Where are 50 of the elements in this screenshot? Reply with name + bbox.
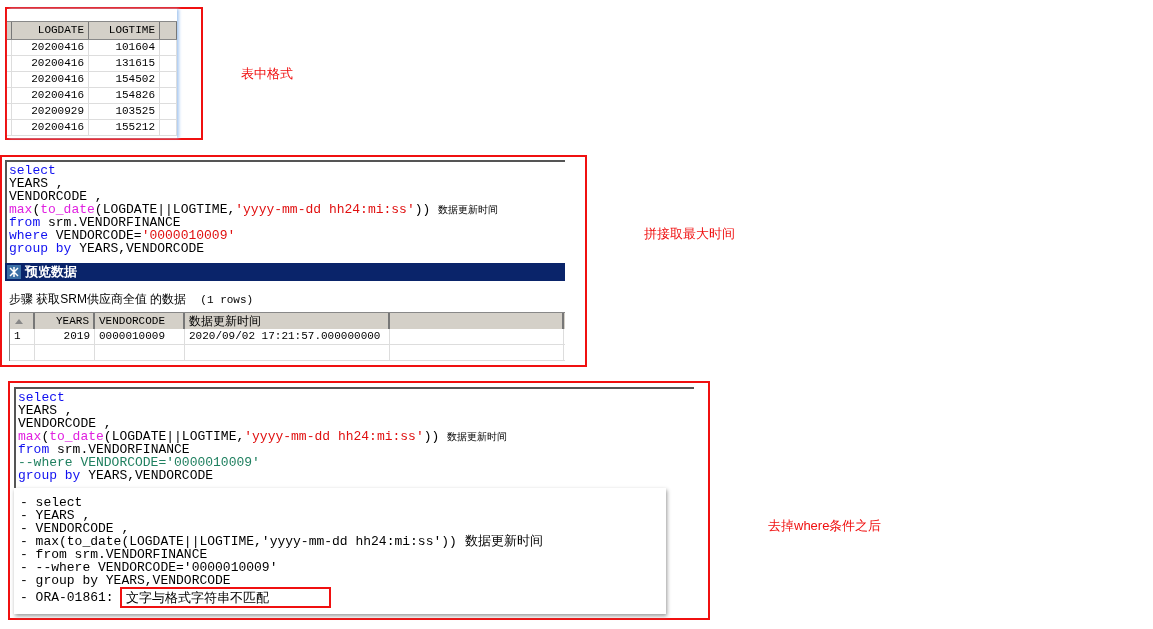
table-cell: 155212 xyxy=(89,120,160,135)
error-code: - ORA-01861: xyxy=(20,591,114,604)
tool-icon xyxy=(7,265,21,279)
code-line: VENDORCODE , xyxy=(9,190,104,203)
code-line: where VENDORCODE='0000010009' xyxy=(9,229,237,242)
table-cell: 154502 xyxy=(89,72,160,87)
table-cell: 0000010009 xyxy=(95,329,185,344)
code-line: from srm.VENDORFINANCE xyxy=(18,443,190,456)
error-line: - --where VENDORCODE='0000010009' xyxy=(20,561,279,574)
code-line: max(to_date(LOGDATE||LOGTIME,'yyyy-mm-dd hh24:mi:ss')) 数据更新时间 xyxy=(9,203,500,216)
table-cell: 131615 xyxy=(89,56,160,71)
error-line: - group by YEARS,VENDORCODE xyxy=(20,574,232,587)
table-cell: 20200929 xyxy=(10,104,89,119)
code-line: VENDORCODE , xyxy=(18,417,113,430)
table-cell: 101604 xyxy=(89,40,160,55)
code-line: group by YEARS,VENDORCODE xyxy=(9,242,206,255)
error-line: - from srm.VENDORFINANCE xyxy=(20,548,208,561)
code-line: --where VENDORCODE='0000010009' xyxy=(18,456,261,469)
code-line: from srm.VENDORFINANCE xyxy=(9,216,181,229)
code-line: max(to_date(LOGDATE||LOGTIME,'yyyy-mm-dd hh24:mi:ss')) 数据更新时间 xyxy=(18,430,509,443)
code-line: select xyxy=(9,164,57,177)
table-cell: 154826 xyxy=(89,88,160,103)
step-caption: 步骤 获取SRM供应商全值 的数据 xyxy=(9,291,187,308)
annotation-note: 表中格式 xyxy=(241,64,293,83)
table-cell: 20200416 xyxy=(10,88,89,103)
code-line: YEARS , xyxy=(9,177,65,190)
table-cell: 2019 xyxy=(35,329,95,344)
annotation-note: 去掉where条件之后 xyxy=(768,516,882,535)
table-cell: 20200416 xyxy=(10,40,89,55)
table-cell: 20200416 xyxy=(10,120,89,135)
code-line: YEARS , xyxy=(18,404,74,417)
row-number: 1 xyxy=(10,329,35,344)
table-cell: 103525 xyxy=(89,104,160,119)
error-line: - YEARS , xyxy=(20,509,92,522)
table-cell: 20200416 xyxy=(10,56,89,71)
table-cell: 2020/09/02 17:21:57.000000000 xyxy=(185,329,390,344)
sql-editor[interactable]: select YEARS , VENDORCODE , max(to_date(LOGDATE||LOGTIME,'yyyy-mm-dd hh24:mi:ss')) 数据更新时间 from srm.VENDORFINANCE --where VENDORCODE='0000010009' group by YEARS,VENDORCODE xyxy=(14,387,694,490)
error-line: - VENDORCODE , xyxy=(20,522,131,535)
panel-title: 预览数据 xyxy=(25,263,77,281)
table-cell: 20200416 xyxy=(10,72,89,87)
column-header[interactable]: LOGTIME xyxy=(89,22,160,39)
error-message: 文字与格式字符串不匹配 xyxy=(119,587,331,608)
code-line: group by YEARS,VENDORCODE xyxy=(18,469,215,482)
error-line: - max(to_date(LOGDATE||LOGTIME,'yyyy-mm-dd hh24:mi:ss')) 数据更新时间 xyxy=(20,535,544,548)
sql-editor[interactable]: select YEARS , VENDORCODE , max(to_date(LOGDATE||LOGTIME,'yyyy-mm-dd hh24:mi:ss')) 数据更新时间 from srm.VENDORFINANCE where VENDORCODE='0000010009' group by YEARS,VENDORCODE xyxy=(5,160,565,263)
row-count: (1 rows) xyxy=(200,293,254,306)
column-header[interactable]: LOGDATE xyxy=(10,22,89,39)
annotation-note: 拼接取最大时间 xyxy=(644,225,735,243)
code-line: select xyxy=(18,391,66,404)
error-line: - select xyxy=(20,496,84,509)
